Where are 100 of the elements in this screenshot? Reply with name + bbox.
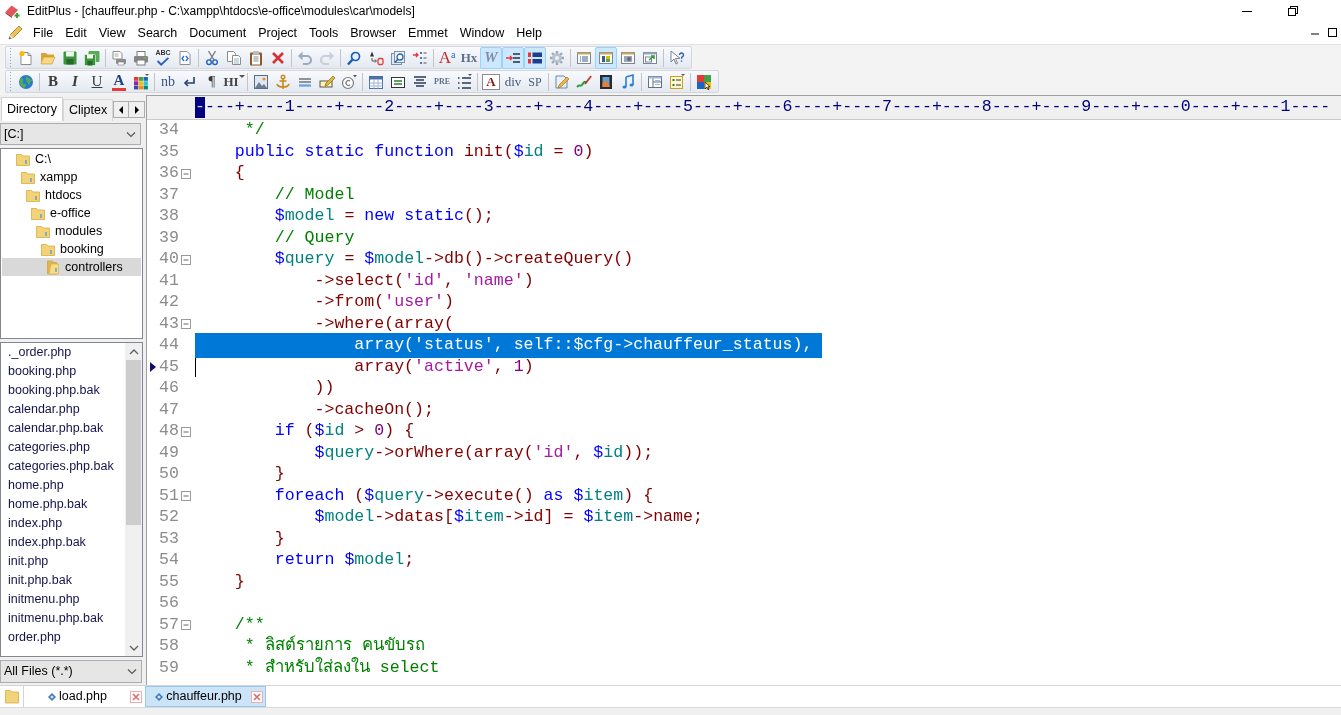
music-note-icon: [620, 73, 636, 90]
paragraph-button[interactable]: ¶: [201, 70, 223, 93]
scrollbar-thumb[interactable]: [126, 360, 141, 525]
preformatted-button[interactable]: PRE: [431, 70, 453, 93]
pencil-icon: [7, 25, 23, 41]
menu-item[interactable]: Emmet: [402, 23, 454, 43]
code-line: // Query: [274, 226, 355, 249]
circled-c-icon: [341, 73, 357, 90]
search-icon: [346, 49, 362, 66]
directory-entry[interactable]: order.php: [1, 628, 65, 647]
menu-item[interactable]: View: [92, 23, 132, 43]
span-tag-button[interactable]: SP: [524, 70, 546, 93]
directory-entry[interactable]: ._order.php: [1, 343, 76, 362]
menu-item[interactable]: Tools: [303, 23, 345, 43]
div-tag-button[interactable]: div: [502, 70, 524, 93]
menu-item[interactable]: Document: [183, 23, 253, 43]
framed-picture-icon: [598, 73, 614, 90]
menu-item[interactable]: Browser: [344, 23, 403, 43]
font-button[interactable]: A$^{a}$: [436, 46, 458, 69]
menu-item[interactable]: Project: [252, 23, 304, 43]
tree-item[interactable]: C:\: [2, 150, 55, 168]
open-folder-icon: [45, 259, 61, 275]
pointer-question-icon: [669, 49, 685, 66]
tree-item[interactable]: htdocs: [2, 186, 86, 204]
fold-icon[interactable]: [181, 620, 191, 631]
tree-item[interactable]: modules: [2, 222, 107, 240]
directory-entry[interactable]: index.php: [1, 514, 67, 533]
directory-entry[interactable]: init.php: [1, 552, 53, 571]
close-icon[interactable]: [251, 690, 263, 703]
directory-entry[interactable]: booking.php.bak: [1, 381, 104, 400]
heading-level-button[interactable]: HI: [223, 70, 245, 93]
heading-button[interactable]: Hx: [458, 46, 480, 69]
maximize-icon[interactable]: [1328, 26, 1337, 40]
directory-entry[interactable]: calendar.php.bak: [1, 419, 108, 438]
restore-icon[interactable]: [1288, 6, 1298, 16]
windows-magnifier-icon: [390, 49, 406, 66]
chevron-down-icon: [126, 130, 136, 138]
tab-scroll-right-button[interactable]: [129, 101, 146, 118]
app-icon: [4, 3, 20, 19]
box-pencil-icon: [319, 73, 335, 90]
checklist-icon: [669, 73, 685, 90]
directory-entry[interactable]: booking.php: [1, 362, 81, 381]
code-line: $query->orWhere(array('id', $id));: [314, 441, 654, 464]
non-breaking-space-button[interactable]: nb: [157, 70, 179, 93]
folder-icon: [30, 205, 46, 221]
menu-item[interactable]: Help: [510, 23, 548, 43]
line-number: 36: [159, 162, 180, 185]
menu-item[interactable]: File: [27, 23, 60, 43]
line-number: 53: [159, 527, 180, 550]
font-color-button[interactable]: A: [108, 70, 130, 93]
file-filter-dropdown[interactable]: All Files (*.*): [0, 660, 142, 683]
column-blocks-button[interactable]: [524, 46, 546, 69]
tree-item[interactable]: booking: [2, 240, 108, 258]
fold-icon[interactable]: [181, 426, 191, 437]
fold-icon[interactable]: [181, 168, 191, 179]
directory-entry[interactable]: init.php.bak: [1, 571, 76, 590]
fold-icon[interactable]: [181, 491, 191, 502]
line-number: 38: [159, 205, 180, 228]
directory-entry[interactable]: initmenu.php: [1, 590, 84, 609]
italic-button[interactable]: I: [64, 70, 86, 93]
tree-item[interactable]: controllers: [2, 258, 141, 276]
drive-dropdown[interactable]: [C:]: [0, 123, 141, 145]
toolbar-grip-icon[interactable]: [9, 71, 12, 92]
gear-icon: [549, 49, 565, 66]
directory-entry[interactable]: categories.php: [1, 438, 94, 457]
scroll-up-icon[interactable]: [128, 348, 139, 355]
scrollbar-track[interactable]: [125, 343, 142, 656]
fold-icon[interactable]: [181, 319, 191, 330]
tree-item[interactable]: xampp: [2, 168, 82, 186]
underline-button[interactable]: U: [86, 70, 108, 93]
close-icon[interactable]: [130, 690, 142, 703]
menu-item[interactable]: Edit: [59, 23, 93, 43]
directory-entry[interactable]: initmenu.php.bak: [1, 609, 108, 628]
sidebar-tab[interactable]: Directory: [1, 97, 63, 121]
indent-button[interactable]: [502, 46, 524, 69]
table-icon: [368, 73, 384, 90]
code-line: ->from('user'): [314, 291, 454, 314]
tree-item[interactable]: e-office: [2, 204, 95, 222]
sidebar-tab[interactable]: Cliptex: [63, 99, 114, 121]
menu-item[interactable]: Window: [453, 23, 511, 43]
directory-entry[interactable]: index.php.bak: [1, 533, 90, 552]
menu-item[interactable]: Search: [131, 23, 184, 43]
toolbar-grip-icon[interactable]: [9, 47, 12, 68]
line-number: 57: [159, 613, 180, 636]
folder-icon: [15, 151, 31, 167]
line-number: 46: [159, 377, 180, 400]
document-tab[interactable]: chauffeur.php: [145, 686, 266, 707]
layout-window-button[interactable]: [595, 46, 617, 69]
bold-button[interactable]: B: [42, 70, 64, 93]
directory-entry[interactable]: categories.php.bak: [1, 457, 118, 476]
directory-entry[interactable]: calendar.php: [1, 400, 84, 419]
code-line: return $model;: [274, 549, 415, 572]
line-number: 42: [159, 291, 180, 314]
tab-scroll-left-button[interactable]: [113, 101, 130, 118]
directory-entry[interactable]: home.php.bak: [1, 495, 92, 514]
directory-entry[interactable]: home.php: [1, 476, 68, 495]
diamond-icon: [155, 692, 164, 701]
page-pencil-icon: [554, 73, 570, 90]
scroll-down-icon[interactable]: [128, 644, 139, 651]
fold-icon[interactable]: [181, 254, 191, 265]
